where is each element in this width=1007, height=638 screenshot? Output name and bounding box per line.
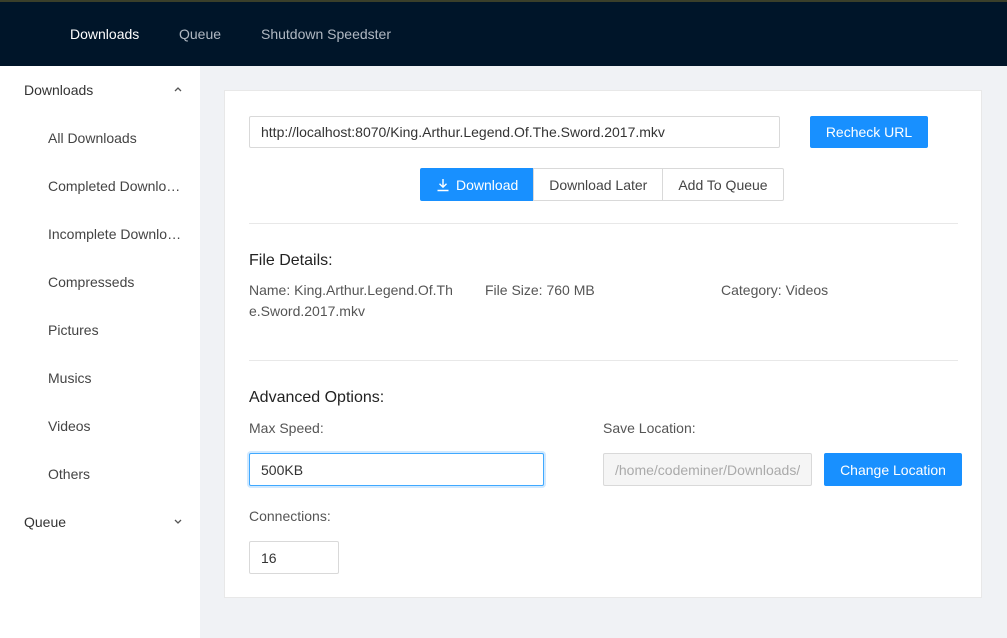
save-location-input <box>603 453 812 486</box>
file-size: File Size: 760 MB <box>485 282 595 298</box>
max-speed-label: Max Speed: <box>249 420 324 436</box>
sidebar: Downloads All Downloads Completed Downlo… <box>0 66 200 638</box>
sidebar-group-downloads-label: Downloads <box>24 82 94 98</box>
top-navbar: Downloads Queue Shutdown Speedster <box>0 0 1007 66</box>
sidebar-item-videos[interactable]: Videos <box>48 418 184 434</box>
chevron-up-icon <box>174 87 182 92</box>
url-input[interactable] <box>249 116 780 148</box>
save-location-label: Save Location: <box>603 420 696 436</box>
change-location-button[interactable]: Change Location <box>824 453 962 486</box>
nav-downloads[interactable]: Downloads <box>70 26 139 42</box>
sidebar-group-downloads[interactable]: Downloads <box>24 82 184 98</box>
file-name-line2: e.Sword.2017.mkv <box>249 303 365 319</box>
download-icon <box>437 178 449 191</box>
file-details-title: File Details: <box>249 252 333 269</box>
sidebar-item-compresseds[interactable]: Compresseds <box>48 274 184 290</box>
sidebar-group-queue-label: Queue <box>24 514 67 530</box>
chevron-down-icon <box>174 519 182 524</box>
download-later-button[interactable]: Download Later <box>533 168 664 201</box>
sidebar-item-pictures[interactable]: Pictures <box>48 322 184 338</box>
file-name: Name: King.Arthur.Legend.Of.Th e.Sword.2… <box>249 280 453 322</box>
nav-queue[interactable]: Queue <box>179 26 221 42</box>
sidebar-item-musics[interactable]: Musics <box>48 370 184 386</box>
divider <box>249 360 958 361</box>
sidebar-group-queue[interactable]: Queue <box>24 514 184 530</box>
nav-shutdown-speedster[interactable]: Shutdown Speedster <box>261 26 391 42</box>
sidebar-item-incomplete-downloads[interactable]: Incomplete Downloads <box>48 226 184 242</box>
download-button[interactable]: Download <box>420 168 535 201</box>
download-form-card: Recheck URL Download Download Later Add … <box>224 90 982 598</box>
sidebar-item-others[interactable]: Others <box>48 466 184 482</box>
download-button-label: Download <box>456 176 519 193</box>
file-name-line1: Name: King.Arthur.Legend.Of.Th <box>249 282 453 298</box>
connections-label: Connections: <box>249 508 331 524</box>
add-to-queue-button[interactable]: Add To Queue <box>662 168 784 201</box>
file-category: Category: Videos <box>721 282 829 298</box>
divider <box>249 223 958 224</box>
advanced-options-title: Advanced Options: <box>249 389 385 406</box>
download-action-group: Download Download Later Add To Queue <box>420 168 784 201</box>
max-speed-input[interactable] <box>249 453 544 486</box>
sidebar-item-completed-downloads[interactable]: Completed Downloads <box>48 178 184 194</box>
recheck-url-button[interactable]: Recheck URL <box>810 116 928 148</box>
sidebar-item-all-downloads[interactable]: All Downloads <box>48 130 184 146</box>
connections-input[interactable] <box>249 541 339 574</box>
